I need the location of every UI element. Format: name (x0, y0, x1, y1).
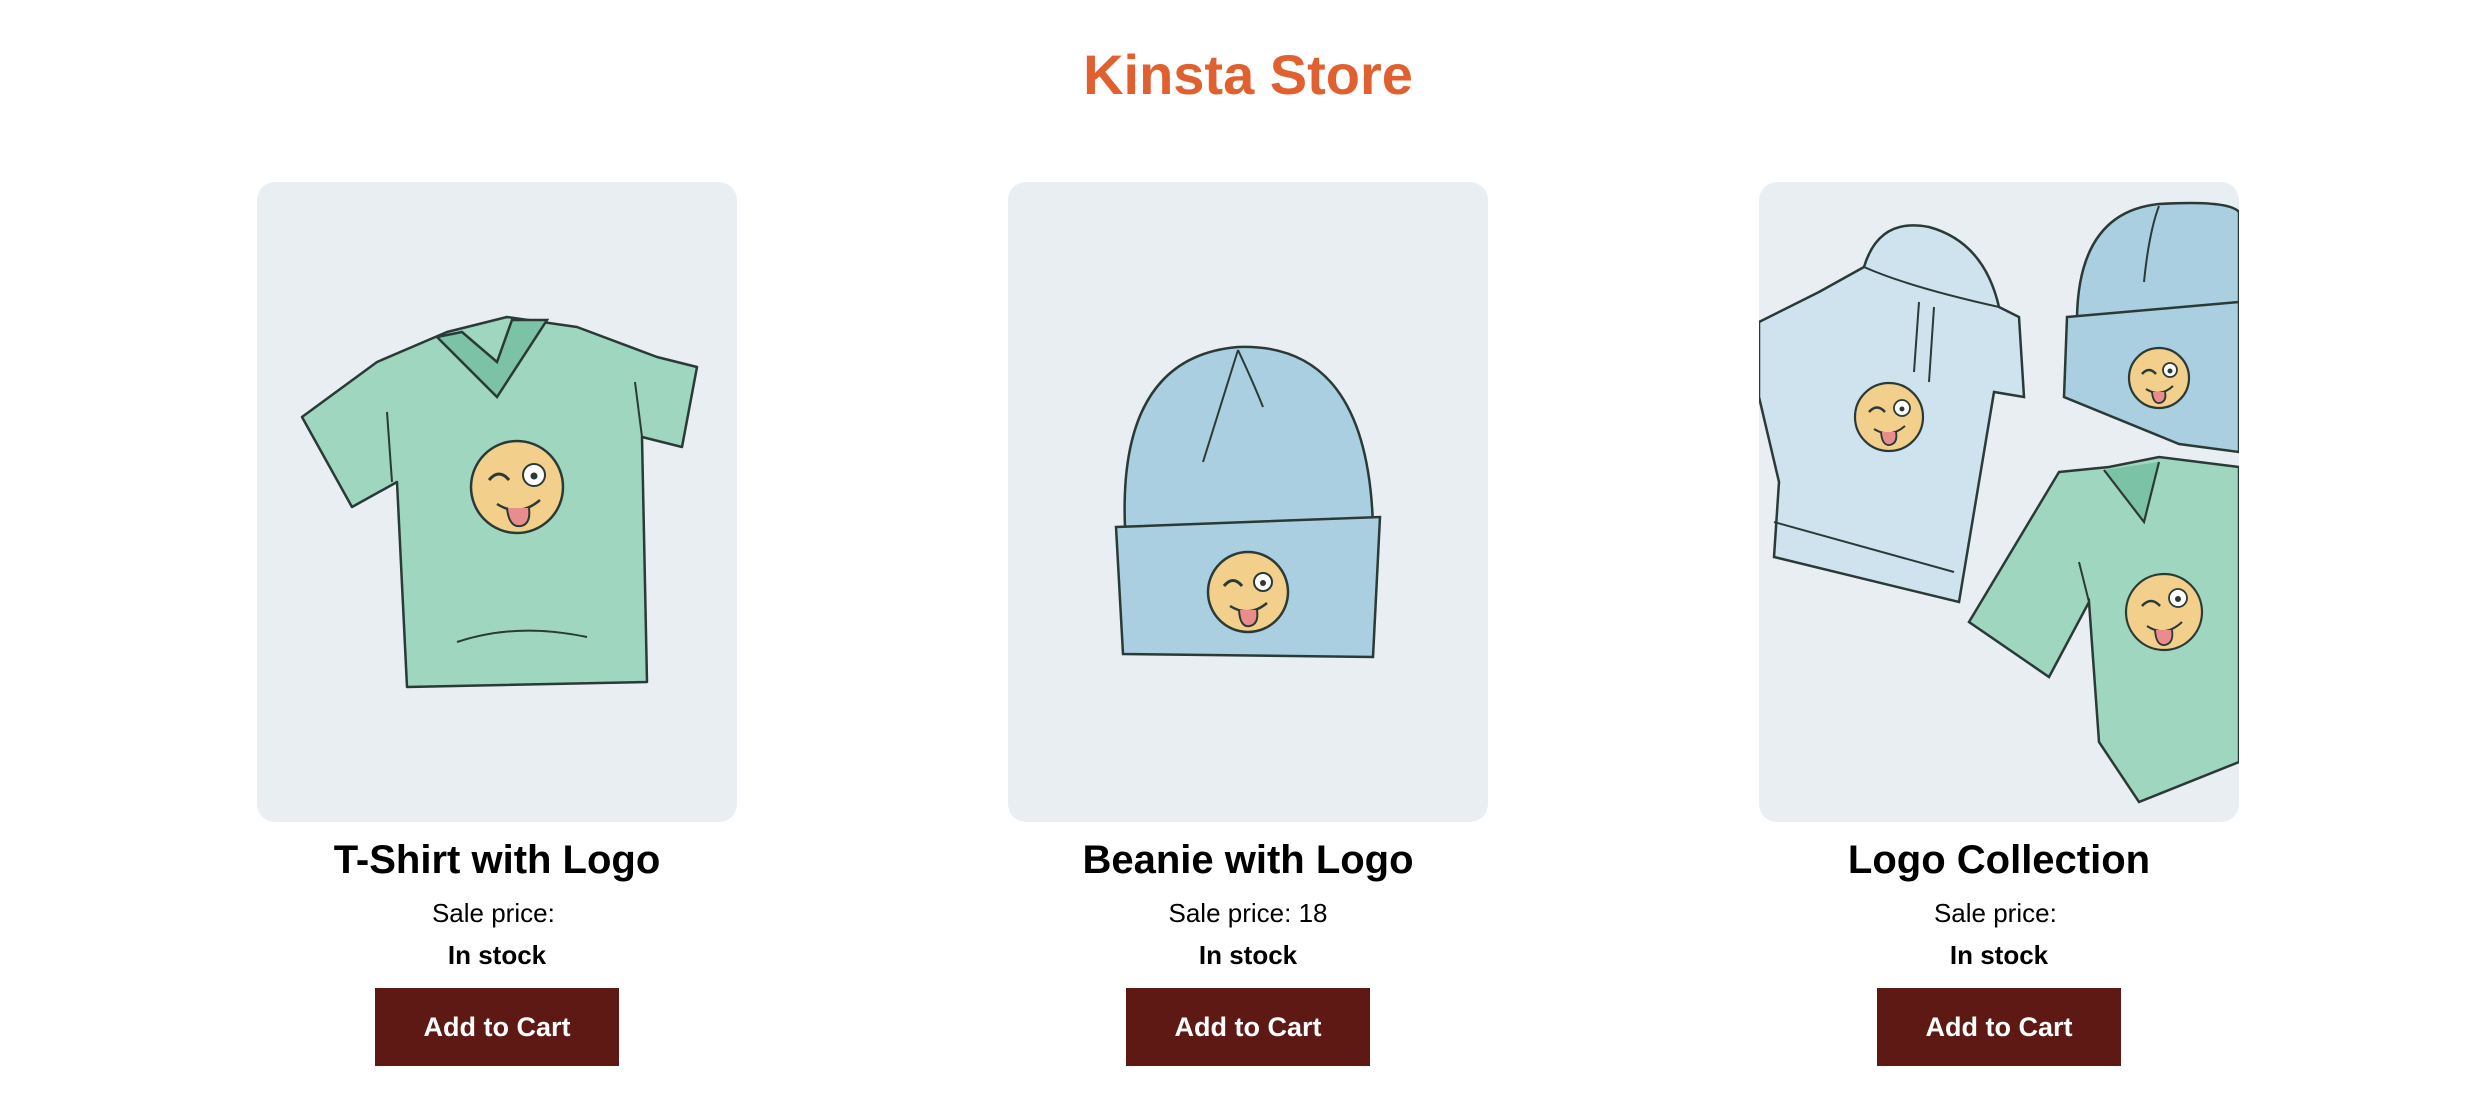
sale-price: Sale price: (257, 896, 737, 930)
tshirt-image[interactable] (257, 182, 737, 822)
product-card-beanie: Beanie with Logo Sale price: 18 In stock… (1008, 182, 1488, 1066)
product-name[interactable]: Logo Collection (1759, 836, 2239, 884)
logo-collection-illustration-icon (1759, 201, 2239, 804)
product-card-tshirt: T-Shirt with Logo Sale price: In stock A… (257, 182, 737, 1066)
store-title: Kinsta Store (1083, 43, 1413, 106)
stock-status: In stock (447, 940, 547, 970)
tshirt-illustration-icon (300, 315, 699, 689)
product-name[interactable]: T-Shirt with Logo (257, 836, 737, 884)
beanie-illustration-icon (1114, 345, 1382, 659)
add-to-cart-button[interactable]: Add to Cart (375, 988, 619, 1066)
product-name[interactable]: Beanie with Logo (1008, 836, 1488, 884)
sale-price-label: Sale price: (1933, 898, 2057, 928)
emoji-logo-icon (1206, 550, 1290, 634)
sale-price-label: Sale price: (431, 898, 555, 928)
stock-status: In stock (1198, 940, 1298, 970)
sale-price: Sale price: (1759, 896, 2239, 930)
emoji-logo-icon (469, 439, 565, 535)
add-to-cart-button[interactable]: Add to Cart (1877, 988, 2121, 1066)
logo-collection-image[interactable] (1759, 182, 2239, 822)
stock-status: In stock (1949, 940, 2049, 970)
add-to-cart-button[interactable]: Add to Cart (1126, 988, 1370, 1066)
sale-price-value: 18 (1298, 898, 1328, 928)
beanie-image[interactable] (1008, 182, 1488, 822)
product-card-logo-collection: Logo Collection Sale price: In stock Add… (1759, 182, 2239, 1066)
sale-price-label: Sale price: (1168, 898, 1292, 928)
sale-price: Sale price: 18 (1008, 896, 1488, 930)
